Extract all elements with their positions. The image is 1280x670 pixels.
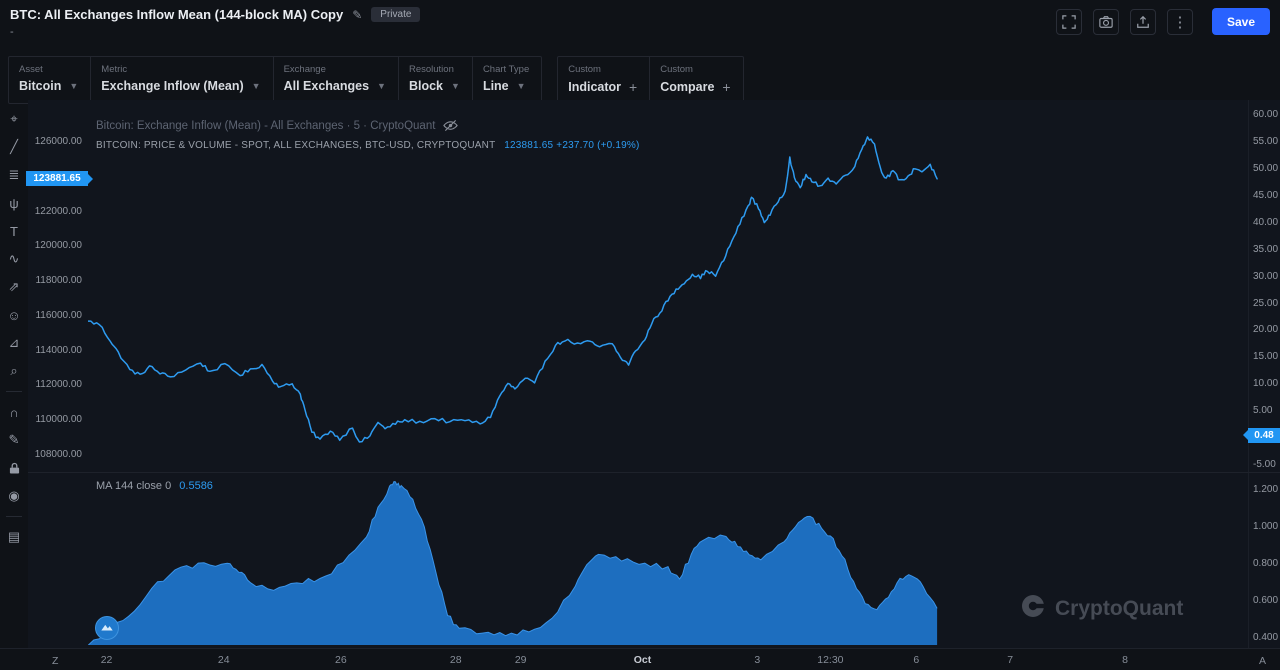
axis-tick: 30.00	[1253, 271, 1280, 283]
price-change: +237.70 (+0.19%)	[556, 140, 639, 151]
axis-tick: 126000.00	[26, 136, 82, 148]
trash-icon[interactable]: ▤	[3, 526, 25, 548]
axis-tick: 0.400	[1253, 632, 1280, 644]
pitchfork-icon[interactable]: ψ	[3, 192, 25, 214]
axis-tick: 15.00	[1253, 351, 1280, 363]
app-root: BTC: All Exchanges Inflow Mean (144-bloc…	[0, 0, 1280, 670]
draw-icon[interactable]: ✎	[3, 429, 25, 451]
price-value: 123881.65	[504, 140, 553, 151]
x-axis-tick: 22	[101, 654, 113, 666]
axis-tick: 45.00	[1253, 190, 1280, 202]
axis-tick: 35.00	[1253, 244, 1280, 256]
toolbar-separator	[6, 516, 22, 517]
cryptoquant-logo-icon	[1020, 593, 1046, 624]
watermark-text: CryptoQuant	[1055, 597, 1183, 621]
current-inflow-label: 0.48	[1248, 428, 1280, 443]
x-axis-tick: Oct	[634, 654, 652, 666]
chart-logo-button[interactable]	[95, 616, 119, 640]
timezone-button[interactable]: Z	[52, 655, 58, 667]
legend-ma[interactable]: MA 144 close 0 0.5586	[96, 480, 213, 492]
axis-tick: 25.00	[1253, 298, 1280, 310]
x-axis-tick: 3	[754, 654, 760, 666]
axis-tick: 1.200	[1253, 484, 1280, 496]
eye-off-icon[interactable]	[443, 118, 458, 133]
axis-tick: 20.00	[1253, 324, 1280, 336]
axis-tick: 120000.00	[26, 240, 82, 252]
emoji-icon[interactable]: ☺	[3, 304, 25, 326]
axis-tick: 112000.00	[26, 379, 82, 391]
legend-inflow-series[interactable]: Bitcoin: Exchange Inflow (Mean) - All Ex…	[96, 118, 458, 133]
trend-line-icon[interactable]: ╱	[3, 136, 25, 158]
magnet-icon[interactable]: ∩	[3, 401, 25, 423]
x-axis-tick: 6	[913, 654, 919, 666]
axis-tick: 60.00	[1253, 109, 1280, 121]
axis-tick: 110000.00	[26, 414, 82, 426]
axis-tick: 40.00	[1253, 217, 1280, 229]
measure-icon[interactable]: ⊿	[3, 332, 25, 354]
axis-tick: 0.600	[1253, 595, 1280, 607]
price-line-chart[interactable]	[88, 108, 1248, 470]
fib-retracement-icon[interactable]: ≣	[3, 164, 25, 186]
axis-tick: 118000.00	[26, 275, 82, 287]
axis-tick: 0.800	[1253, 558, 1280, 570]
mountain-icon	[100, 620, 114, 637]
drawing-toolbar: ⌖ ╱ ≣ ψT ∿ ⇗ ☺ ⊿ ⌕ ∩ ✎ ◉ ▤	[0, 108, 28, 548]
axis-tick: 116000.00	[26, 310, 82, 322]
axis-tick: 50.00	[1253, 163, 1280, 175]
axis-tick: 114000.00	[26, 345, 82, 357]
eye-visibility-icon[interactable]: ◉	[3, 485, 25, 507]
ma-value: 0.5586	[179, 480, 213, 492]
x-axis-tick: 28	[450, 654, 462, 666]
chart-stage: ⌖╱≣ψT∿⇗☺⊿⌕∩✎◉▤ 126000.00124000.00122000.…	[0, 0, 1280, 670]
toolbar-separator	[6, 391, 22, 392]
long-position-icon[interactable]: ⇗	[3, 276, 25, 298]
x-axis-tick: 26	[335, 654, 347, 666]
x-axis-tick: 12:30	[817, 654, 843, 666]
crosshair-icon[interactable]: ⌖	[3, 108, 25, 130]
axis-tick: 1.000	[1253, 521, 1280, 533]
x-axis-tick: 24	[218, 654, 230, 666]
auto-scale-button[interactable]: A	[1259, 655, 1266, 667]
lock-icon[interactable]	[3, 457, 25, 479]
axis-tick: 10.00	[1253, 378, 1280, 390]
current-price-label: 123881.65	[26, 171, 88, 186]
axis-tick: 55.00	[1253, 136, 1280, 148]
axis-tick: 108000.00	[26, 449, 82, 461]
x-axis-tick: 29	[515, 654, 527, 666]
text-tool-icon[interactable]: T	[3, 220, 25, 242]
axis-tick: 122000.00	[26, 206, 82, 218]
x-axis-tick: 7	[1007, 654, 1013, 666]
x-axis-tick: 8	[1122, 654, 1128, 666]
axis-tick: -5.00	[1253, 459, 1280, 471]
axis-tick: 5.00	[1253, 405, 1280, 417]
zoom-in-icon[interactable]: ⌕	[3, 360, 25, 382]
pane-resize-divider[interactable]	[28, 472, 1280, 473]
xabcd-pattern-icon[interactable]: ∿	[3, 248, 25, 270]
cryptoquant-watermark: CryptoQuant	[1020, 593, 1183, 624]
right-axis-border	[1248, 100, 1249, 648]
legend-price-series[interactable]: BITCOIN: PRICE & VOLUME - SPOT, ALL EXCH…	[96, 140, 640, 151]
